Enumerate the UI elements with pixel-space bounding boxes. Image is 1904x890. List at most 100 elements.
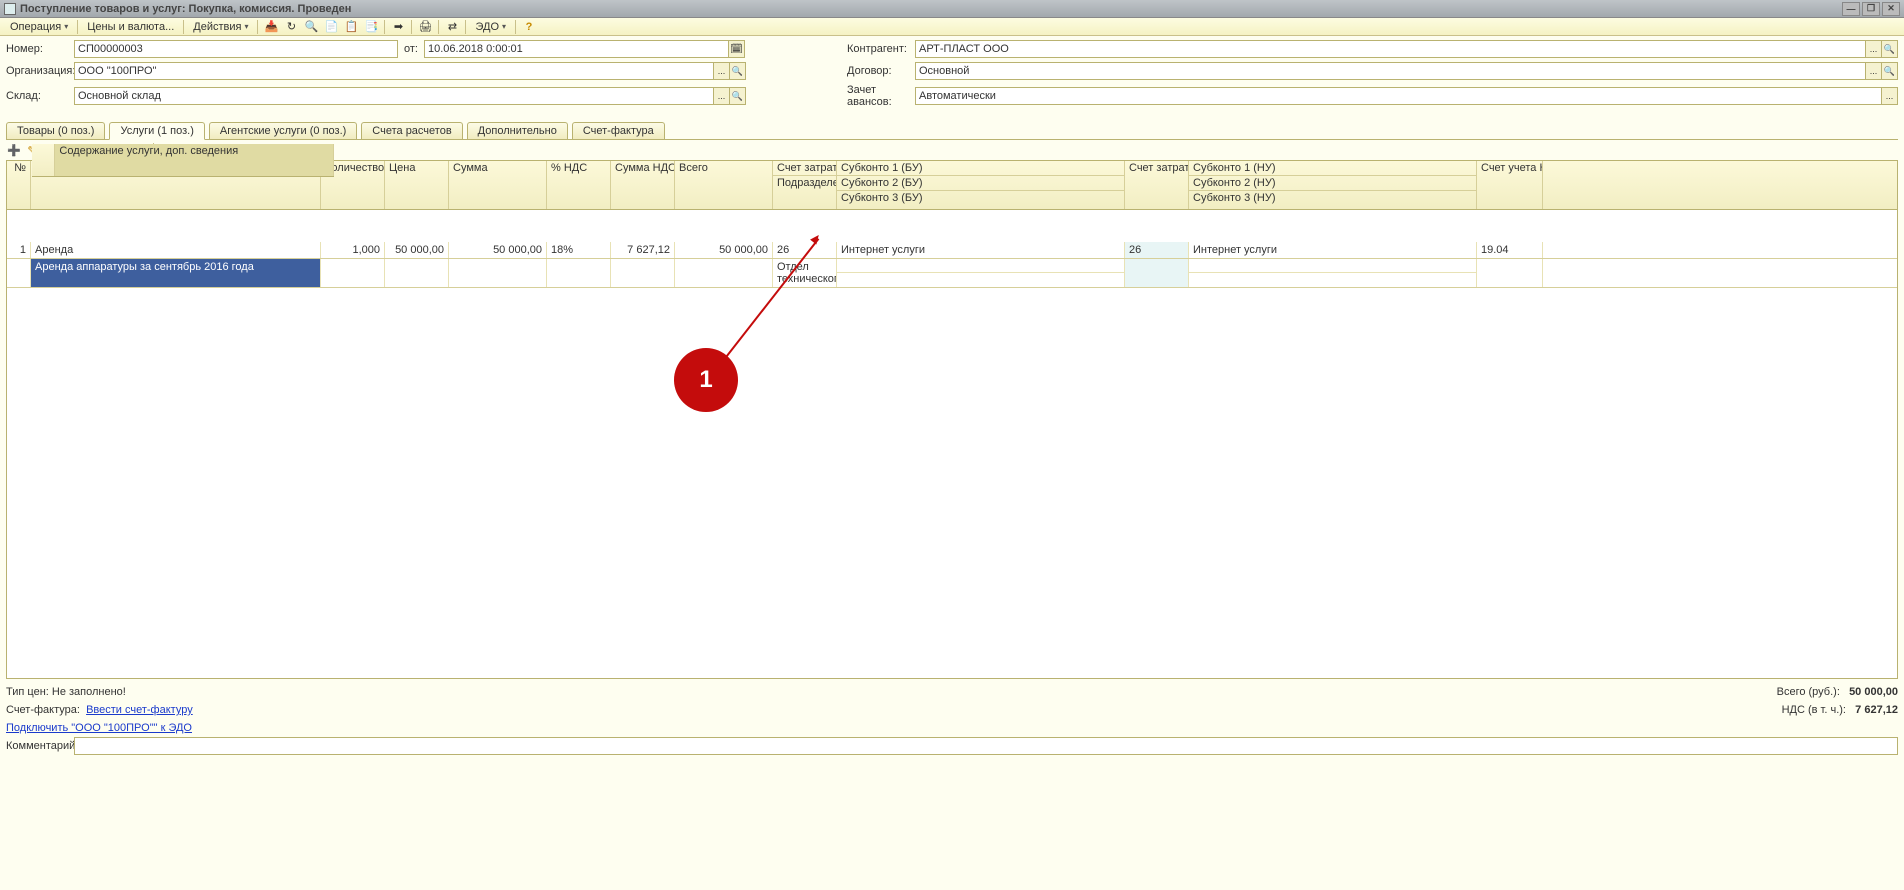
ot-label: от: <box>404 43 418 55</box>
col-sub3nu: Субконто 3 (НУ) <box>1189 191 1476 206</box>
cell-n: 1 <box>7 242 31 258</box>
col-accnu: Счет затрат (НУ) <box>1125 161 1189 209</box>
refresh-icon[interactable]: ↻ <box>283 19 299 35</box>
cell-accnu[interactable]: 26 <box>1125 242 1189 258</box>
total-value: 50 000,00 <box>1849 686 1898 698</box>
select-icon[interactable]: ... <box>1882 87 1898 105</box>
price-type-text: Тип цен: Не заполнено! <box>6 686 126 698</box>
window-title: Поступление товаров и услуг: Покупка, ко… <box>20 3 351 15</box>
menu-edo[interactable]: ЭДО <box>469 19 512 35</box>
tab-tovary[interactable]: Товары (0 поз.) <box>6 122 105 139</box>
tab-uslugi[interactable]: Услуги (1 поз.) <box>109 122 204 140</box>
cell-total[interactable]: 50 000,00 <box>675 242 773 258</box>
cell-vatacc[interactable]: 19.04 <box>1477 242 1543 258</box>
number-label: Номер: <box>6 43 74 55</box>
open-icon[interactable]: 🔍 <box>730 62 746 80</box>
tab-agent[interactable]: Агентские услуги (0 поз.) <box>209 122 357 139</box>
window-title-bar: Поступление товаров и услуг: Покупка, ко… <box>0 0 1904 18</box>
col-sub1nu: Субконто 1 (НУ) <box>1189 161 1476 176</box>
dogovor-input[interactable]: Основной <box>915 62 1866 80</box>
grid-empty-area <box>7 288 1897 678</box>
tab-schetfaktura[interactable]: Счет-фактура <box>572 122 665 139</box>
total-label: Всего (руб.): <box>1777 686 1840 698</box>
doc2-icon[interactable]: 📋 <box>343 19 359 35</box>
tab-scheta[interactable]: Счета расчетов <box>361 122 462 139</box>
cell-vatsum[interactable]: 7 627,12 <box>611 242 675 258</box>
col-vatacc: Счет учета НДС <box>1477 161 1543 209</box>
col-sub2: Субконто 2 (БУ) <box>837 176 1124 191</box>
cell-nom2[interactable]: Аренда аппаратуры за сентябрь 2016 года <box>31 259 321 287</box>
sf-link[interactable]: Ввести счет-фактуру <box>86 704 193 716</box>
cell-sub2nu[interactable] <box>1189 259 1476 273</box>
menu-prices[interactable]: Цены и валюта... <box>81 19 180 35</box>
avans-input[interactable]: Автоматически <box>915 87 1882 105</box>
cell-sum[interactable]: 50 000,00 <box>449 242 547 258</box>
calendar-icon[interactable]: 🗓 <box>729 40 745 58</box>
menu-actions[interactable]: Действия <box>187 19 254 35</box>
tab-dop[interactable]: Дополнительно <box>467 122 568 139</box>
open-icon[interactable]: 🔍 <box>1882 40 1898 58</box>
main-toolbar: Операция Цены и валюта... Действия 📥 ↻ 🔍… <box>0 18 1904 36</box>
col-sub1: Субконто 1 (БУ) <box>837 161 1124 176</box>
doc3-icon[interactable]: 📑 <box>363 19 379 35</box>
col-n: № <box>7 161 31 209</box>
org-label: Организация: <box>6 65 74 77</box>
col-acc2: Подразделе... затрат <box>773 176 836 207</box>
annotation-callout: 1 <box>674 348 738 412</box>
number-input[interactable]: СП00000003 <box>74 40 398 58</box>
open-icon[interactable]: 🔍 <box>730 87 746 105</box>
dogovor-label: Договор: <box>847 65 915 77</box>
minimize-button[interactable]: — <box>1842 2 1860 16</box>
select-icon[interactable]: ... <box>1866 40 1882 58</box>
col-sum: Сумма <box>449 161 547 209</box>
menu-operation[interactable]: Операция <box>4 19 74 35</box>
help-icon[interactable]: ? <box>521 19 537 35</box>
org-input[interactable]: ООО "100ПРО" <box>74 62 714 80</box>
table-row[interactable]: 1 Аренда 1,000 50 000,00 50 000,00 18% 7… <box>7 242 1897 259</box>
cell-sub2[interactable] <box>837 259 1124 273</box>
cell-price[interactable]: 50 000,00 <box>385 242 449 258</box>
col-price: Цена <box>385 161 449 209</box>
comment-input[interactable] <box>74 737 1898 755</box>
col-sub3: Субконто 3 (БУ) <box>837 191 1124 206</box>
print-icon[interactable]: 🖨 <box>417 19 433 35</box>
open-icon[interactable]: 🔍 <box>1882 62 1898 80</box>
vat-label: НДС (в т. ч.): <box>1782 704 1846 716</box>
close-button[interactable]: ✕ <box>1882 2 1900 16</box>
tree-icon[interactable]: ⇄ <box>444 19 460 35</box>
annotation-number: 1 <box>674 348 738 412</box>
goto-icon[interactable]: ➡ <box>390 19 406 35</box>
sklad-input[interactable]: Основной склад <box>74 87 714 105</box>
select-icon[interactable]: ... <box>1866 62 1882 80</box>
cell-qty[interactable]: 1,000 <box>321 242 385 258</box>
select-icon[interactable]: ... <box>714 87 730 105</box>
contragent-label: Контрагент: <box>847 43 915 55</box>
find-icon[interactable]: 🔍 <box>303 19 319 35</box>
sklad-label: Склад: <box>6 90 74 102</box>
services-grid[interactable]: № Номенклатура Количество Цена Сумма % Н… <box>6 160 1898 679</box>
select-icon[interactable]: ... <box>714 62 730 80</box>
doc1-icon[interactable]: 📄 <box>323 19 339 35</box>
tabs: Товары (0 поз.) Услуги (1 поз.) Агентски… <box>6 122 1898 140</box>
cell-sub3nu[interactable] <box>1189 273 1476 287</box>
add-row-icon[interactable]: ➕ <box>6 142 22 158</box>
col-vatpct: % НДС <box>547 161 611 209</box>
save-icon[interactable]: 📥 <box>263 19 279 35</box>
cell-sub1[interactable]: Интернет услуги <box>837 242 1125 258</box>
col-total: Всего <box>675 161 773 209</box>
cell-nom[interactable]: Аренда <box>31 242 321 258</box>
cell-sub3[interactable] <box>837 273 1124 287</box>
maximize-button[interactable]: ❐ <box>1862 2 1880 16</box>
col-nom2: Содержание услуги, доп. сведения <box>55 144 334 176</box>
col-acc: Счет затрат ... <box>773 161 836 176</box>
contragent-input[interactable]: АРТ-ПЛАСТ ООО <box>915 40 1866 58</box>
date-input[interactable]: 10.06.2018 0:00:01 <box>424 40 729 58</box>
cell-vatpct[interactable]: 18% <box>547 242 611 258</box>
col-sub2nu: Субконто 2 (НУ) <box>1189 176 1476 191</box>
avans-label: Зачет авансов: <box>847 84 915 108</box>
edo-link[interactable]: Подключить "ООО "100ПРО"" к ЭДО <box>6 722 192 734</box>
cell-sub1nu[interactable]: Интернет услуги <box>1189 242 1477 258</box>
table-row[interactable]: Аренда аппаратуры за сентябрь 2016 года … <box>7 259 1897 288</box>
document-icon <box>4 3 16 15</box>
col-vatsum: Сумма НДС <box>611 161 675 209</box>
